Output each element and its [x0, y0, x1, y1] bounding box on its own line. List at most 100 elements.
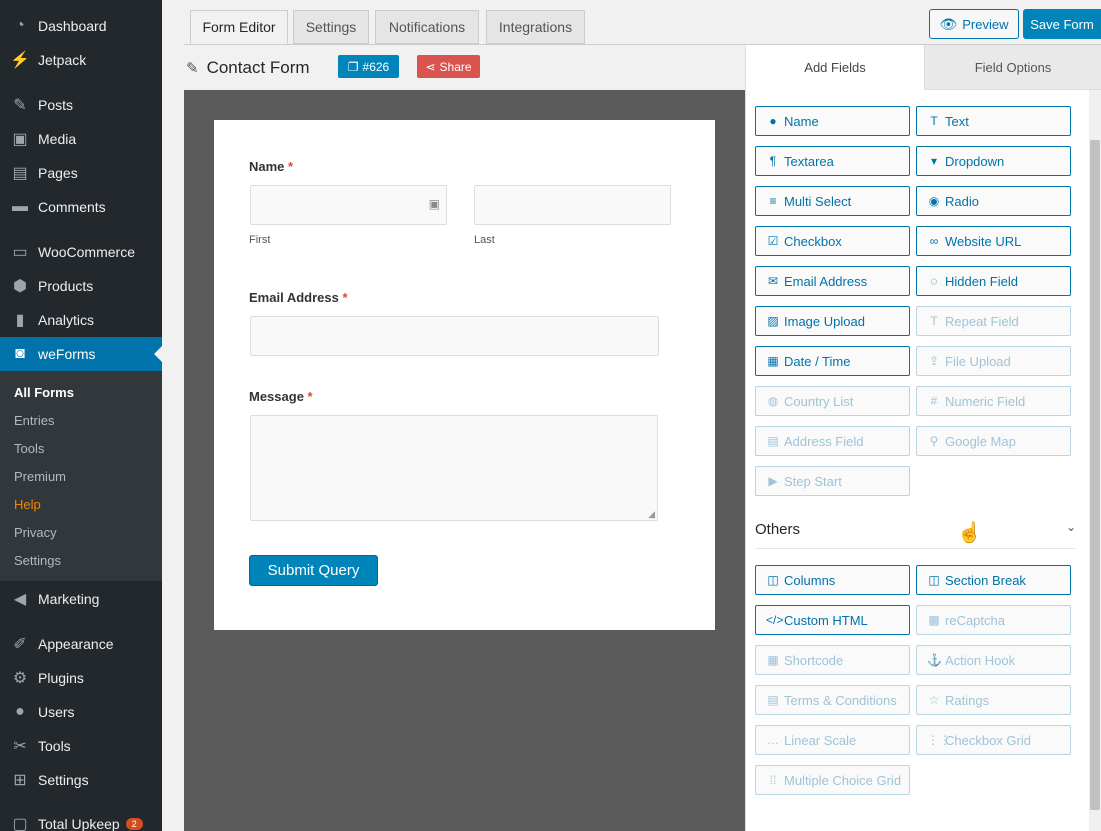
submenu-settings[interactable]: Settings — [14, 553, 61, 568]
menu-appearance[interactable]: ✐ Appearance — [0, 627, 162, 661]
field-button-ratings[interactable]: ☆ Ratings — [916, 685, 1071, 715]
field-button-linear-scale[interactable]: … Linear Scale — [755, 725, 910, 755]
step-icon: ▶ — [768, 474, 778, 488]
menu-jetpack[interactable]: ⚡ Jetpack — [0, 43, 162, 77]
wrench-icon: ✂ — [13, 738, 27, 755]
field-button-label: File Upload — [945, 353, 1011, 369]
submenu-privacy[interactable]: Privacy — [14, 525, 57, 540]
pencil-icon[interactable]: ✎ — [186, 59, 199, 77]
field-button-country-list[interactable]: ◍ Country List — [755, 386, 910, 416]
menu-users[interactable]: ● Users — [0, 695, 162, 729]
menu-tools[interactable]: ✂ Tools — [0, 729, 162, 763]
field-button-website-url[interactable]: ∞ Website URL — [916, 226, 1071, 256]
menu-woocommerce[interactable]: ▭ WooCommerce — [0, 235, 162, 269]
code-icon: </> — [766, 613, 784, 627]
form-title[interactable]: Contact Form — [207, 58, 310, 78]
field-button-label: Dropdown — [945, 153, 1005, 169]
field-button-text[interactable]: T Text — [916, 106, 1071, 136]
field-button-recaptcha[interactable]: ▩ reCaptcha — [916, 605, 1071, 635]
submenu-help[interactable]: Help — [14, 497, 41, 512]
message-textarea[interactable]: ◢ — [250, 415, 658, 521]
text-icon: T — [930, 114, 938, 128]
field-button-dropdown[interactable]: ▾ Dropdown — [916, 146, 1071, 176]
name-field-label[interactable]: Name * — [249, 159, 293, 174]
field-button-multi-select[interactable]: ≡ Multi Select — [755, 186, 910, 216]
field-button-checkbox-grid[interactable]: ⋮⋮ Checkbox Grid — [916, 725, 1071, 755]
field-button-action-hook[interactable]: ⚓ Action Hook — [916, 645, 1071, 675]
field-button-label: Hidden Field — [945, 273, 1018, 289]
field-button-label: Terms & Conditions — [784, 692, 897, 708]
message-field-label[interactable]: Message * — [249, 389, 313, 404]
menu-label: Comments — [38, 199, 106, 215]
tab-form-editor[interactable]: Form Editor — [190, 10, 288, 44]
field-button-step-start[interactable]: ▶ Step Start — [755, 466, 910, 496]
field-button-email-address[interactable]: ✉ Email Address — [755, 266, 910, 296]
form-id-badge[interactable]: ❐ #626 — [338, 55, 399, 78]
file-icon: ▤ — [767, 693, 779, 707]
menu-pages[interactable]: ▤ Pages — [0, 156, 162, 190]
field-button-address-field[interactable]: ▤ Address Field — [755, 426, 910, 456]
submenu-entries[interactable]: Entries — [14, 413, 54, 428]
tab-add-fields[interactable]: Add Fields — [746, 45, 924, 90]
field-button-name[interactable]: ● Name — [755, 106, 910, 136]
menu-marketing[interactable]: ◀ Marketing — [0, 582, 162, 616]
save-form-button[interactable]: Save Form — [1023, 9, 1101, 39]
submit-button[interactable]: Submit Query — [249, 555, 378, 586]
tab-notifications[interactable]: Notifications — [375, 10, 479, 44]
copy-icon: ❐ — [347, 59, 359, 74]
email-field-label[interactable]: Email Address * — [249, 290, 348, 305]
menu-settings[interactable]: ⊞ Settings — [0, 763, 162, 797]
scrollbar-thumb[interactable] — [1090, 140, 1100, 810]
field-button-label: Numeric Field — [945, 393, 1026, 409]
field-button-hidden-field[interactable]: ◌ Hidden Field — [916, 266, 1071, 296]
submenu-premium[interactable]: Premium — [14, 469, 66, 484]
menu-plugins[interactable]: ⚙ Plugins — [0, 661, 162, 695]
field-button-shortcode[interactable]: ▦ Shortcode — [755, 645, 910, 675]
field-button-numeric-field[interactable]: # Numeric Field — [916, 386, 1071, 416]
field-button-custom-html[interactable]: </> Custom HTML — [755, 605, 910, 635]
field-button-google-map[interactable]: ⚲ Google Map — [916, 426, 1071, 456]
menu-comments[interactable]: ▬ Comments — [0, 190, 162, 224]
submenu-tools[interactable]: Tools — [14, 441, 44, 456]
share-button[interactable]: ⋖ Share — [417, 55, 480, 78]
field-button-label: Checkbox Grid — [945, 732, 1031, 748]
field-button-label: Website URL — [945, 233, 1022, 249]
field-button-date-time[interactable]: ▦ Date / Time — [755, 346, 910, 376]
tab-settings[interactable]: Settings — [293, 10, 369, 44]
tab-field-options[interactable]: Field Options — [924, 45, 1101, 90]
menu-label: Total Upkeep — [38, 816, 120, 831]
menu-dashboard[interactable]: ◔ Dashboard — [0, 9, 162, 43]
field-button-multiple-choice-grid[interactable]: ⁞⁞ Multiple Choice Grid — [755, 765, 910, 795]
menu-label: WooCommerce — [38, 244, 135, 260]
menu-posts[interactable]: ✎ Posts — [0, 88, 162, 122]
menu-weforms[interactable]: ◙ weForms — [0, 337, 162, 371]
field-button-section-break[interactable]: ◫ Section Break — [916, 565, 1071, 595]
field-button-repeat-field[interactable]: T Repeat Field — [916, 306, 1071, 336]
tab-integrations[interactable]: Integrations — [486, 10, 585, 44]
chevron-down-icon[interactable]: ⌄ — [1066, 520, 1076, 534]
resize-handle-icon[interactable]: ◢ — [648, 509, 655, 520]
others-section-title[interactable]: Others — [755, 521, 800, 538]
last-name-input[interactable] — [474, 185, 671, 225]
columns-icon: ◫ — [928, 573, 940, 587]
media-icon: ▣ — [12, 131, 28, 148]
menu-total-upkeep[interactable]: ▢ Total Upkeep 2 — [0, 807, 162, 831]
menu-products[interactable]: ⬢ Products — [0, 269, 162, 303]
field-button-checkbox[interactable]: ☑ Checkbox — [755, 226, 910, 256]
field-button-label: Date / Time — [784, 353, 851, 369]
field-button-radio[interactable]: ◉ Radio — [916, 186, 1071, 216]
field-button-terms-conditions[interactable]: ▤ Terms & Conditions — [755, 685, 910, 715]
menu-media[interactable]: ▣ Media — [0, 122, 162, 156]
preview-button[interactable]: 👁 Preview — [929, 9, 1019, 39]
submenu-all-forms[interactable]: All Forms — [14, 385, 74, 400]
field-button-image-upload[interactable]: ▨ Image Upload — [755, 306, 910, 336]
required-mark: * — [342, 290, 348, 305]
last-sublabel: Last — [474, 234, 495, 246]
form-id-label: #626 — [362, 59, 390, 74]
first-name-input[interactable]: ▣ — [250, 185, 447, 225]
field-button-textarea[interactable]: ¶ Textarea — [755, 146, 910, 176]
menu-analytics[interactable]: ▮ Analytics — [0, 303, 162, 337]
field-button-columns[interactable]: ◫ Columns — [755, 565, 910, 595]
email-input[interactable] — [250, 316, 659, 356]
field-button-file-upload[interactable]: ⇪ File Upload — [916, 346, 1071, 376]
